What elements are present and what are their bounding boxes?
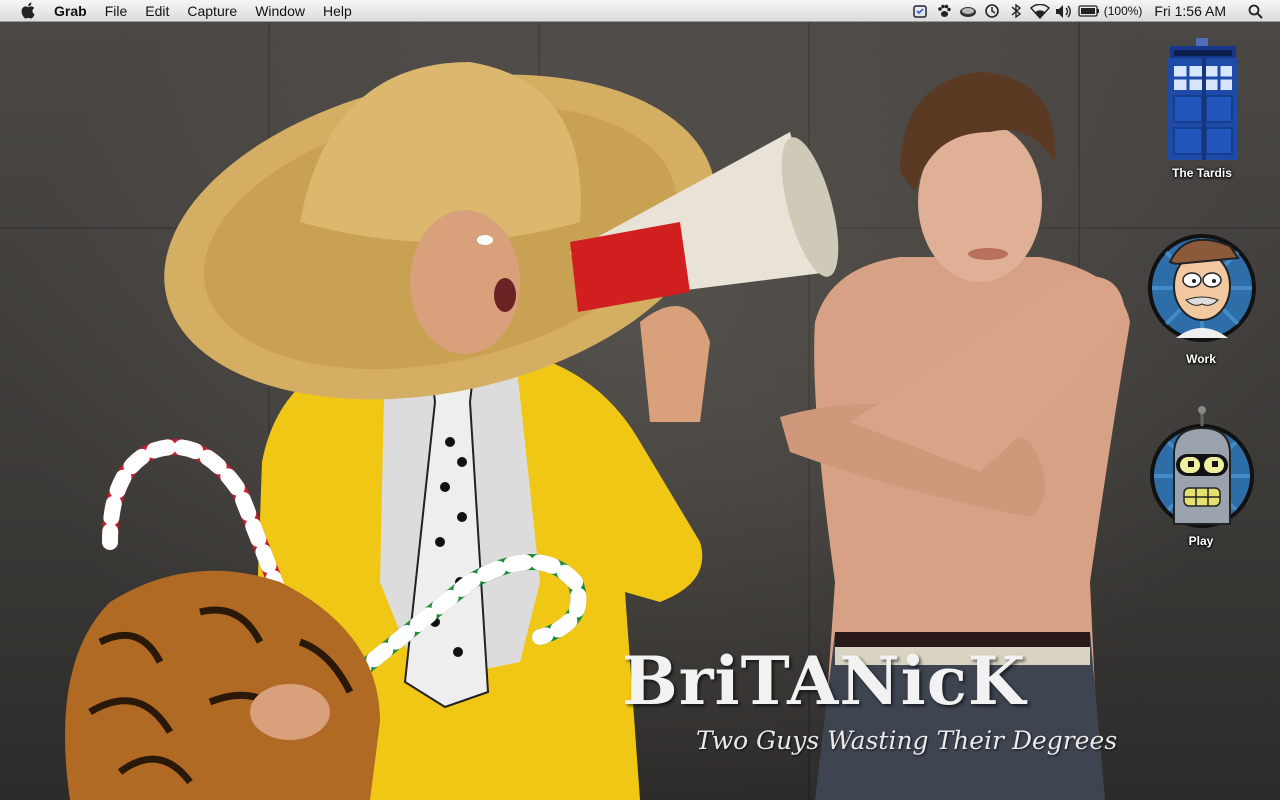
desktop-icon-tardis-label: The Tardis: [1172, 166, 1232, 180]
tardis-icon: [1160, 36, 1244, 162]
paw-icon[interactable]: [932, 0, 956, 22]
apple-menu-icon[interactable]: [18, 1, 38, 21]
menu-app-grab[interactable]: Grab: [50, 0, 96, 22]
menu-window[interactable]: Window: [246, 0, 314, 22]
wallpaper-title: BriTANicK: [622, 642, 1027, 720]
fry-face-icon: [1146, 222, 1258, 348]
battery-percent: (100%): [1103, 4, 1143, 18]
menu-bar: Grab File Edit Capture Window Help (100%…: [0, 0, 1280, 22]
spotlight-search-icon[interactable]: [1244, 0, 1266, 22]
time-machine-icon[interactable]: [980, 0, 1004, 22]
battery-icon[interactable]: [1076, 0, 1102, 22]
volume-icon[interactable]: [1052, 0, 1076, 22]
desktop-icon-tardis[interactable]: The Tardis: [1147, 36, 1257, 180]
bender-face-icon: [1146, 404, 1258, 530]
menubar-clock[interactable]: Fri 1:56 AM: [1154, 3, 1226, 19]
desktop-wallpaper: BriTANicK Two Guys Wasting Their Degrees…: [0, 22, 1280, 800]
alarm-clock-icon[interactable]: [908, 0, 932, 22]
eject-disc-icon[interactable]: [956, 0, 980, 22]
menu-help[interactable]: Help: [314, 0, 361, 22]
menu-capture[interactable]: Capture: [178, 0, 246, 22]
menu-edit[interactable]: Edit: [136, 0, 178, 22]
desktop-icon-play-label: Play: [1188, 534, 1214, 548]
bluetooth-icon[interactable]: [1004, 0, 1028, 22]
menu-file[interactable]: File: [96, 0, 137, 22]
desktop-icon-play[interactable]: Play: [1146, 404, 1256, 548]
desktop-icon-work-label: Work: [1186, 352, 1216, 366]
wallpaper-subtitle: Two Guys Wasting Their Degrees: [696, 726, 1118, 755]
wifi-icon[interactable]: [1028, 0, 1052, 22]
desktop-icon-work[interactable]: Work: [1146, 222, 1256, 366]
